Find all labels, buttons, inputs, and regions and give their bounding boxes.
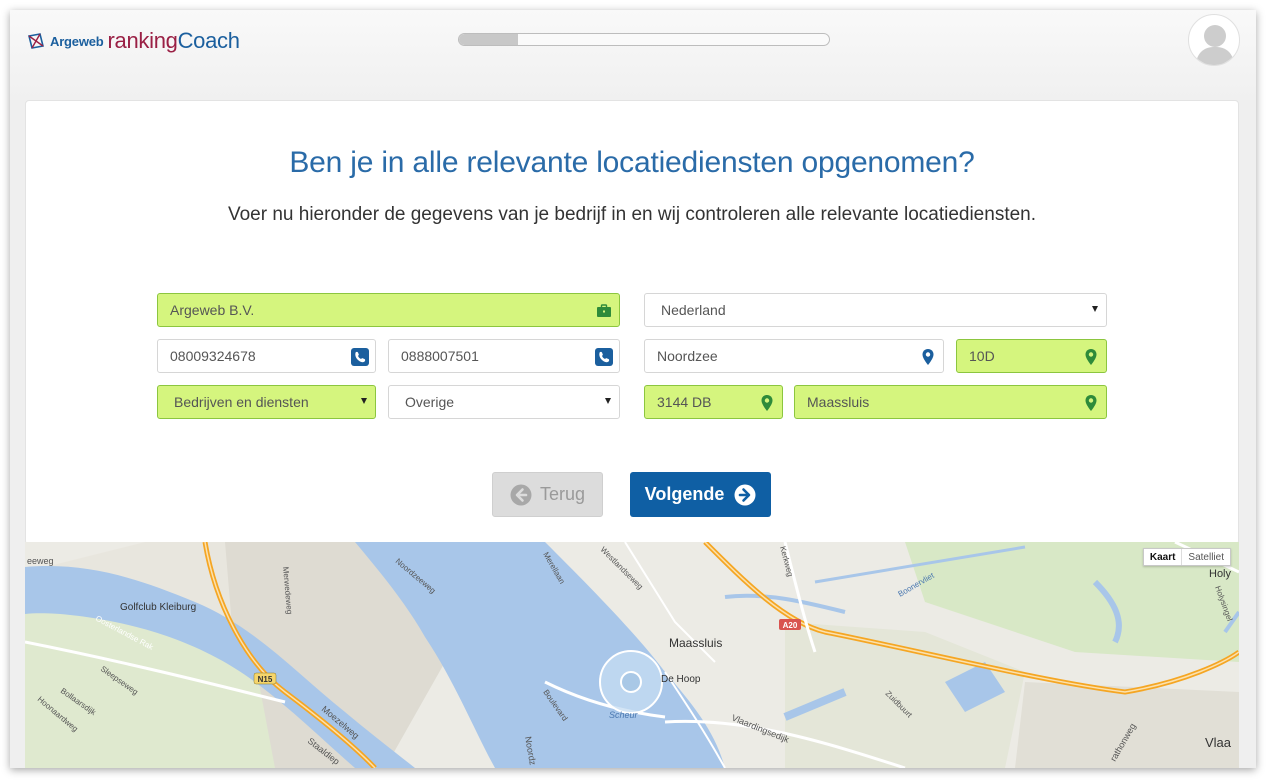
progress-fill <box>459 34 519 45</box>
chevron-down-icon <box>1092 306 1098 312</box>
house-number-input[interactable]: 10D <box>956 339 1107 373</box>
category-select[interactable]: Bedrijven en diensten <box>157 385 376 419</box>
phone-input[interactable]: 08009324678 <box>157 339 376 373</box>
label-maassluis: Maassluis <box>669 636 722 650</box>
app-window: Argeweb ranking Coach Ben je in alle rele… <box>10 10 1256 768</box>
user-avatar-icon <box>1195 25 1235 65</box>
street-input[interactable]: Noordzee <box>644 339 944 373</box>
back-button[interactable]: Terug <box>492 472 603 517</box>
label-meeweg: eeweg <box>27 556 54 566</box>
country-select[interactable]: Nederland <box>644 293 1107 327</box>
main-card: Ben je in alle relevante locatiediensten… <box>25 100 1239 545</box>
progress-bar <box>458 33 830 46</box>
country-value: Nederland <box>661 302 726 318</box>
company-name-value: Argeweb B.V. <box>170 302 255 318</box>
logo-product-coach: Coach <box>177 28 240 53</box>
logo-product-ranking: ranking <box>107 28 178 53</box>
city-value: Maassluis <box>807 394 870 410</box>
label-n15: N15 <box>258 675 273 684</box>
map-type-toggle: Kaart Satelliet <box>1142 548 1231 566</box>
postcode-input[interactable]: 3144 DB <box>644 385 783 419</box>
next-button-label: Volgende <box>644 484 725 504</box>
map-type-map-button[interactable]: Kaart <box>1144 549 1182 565</box>
subcategory-select[interactable]: Overige <box>388 385 620 419</box>
map-pin-icon <box>761 395 773 411</box>
subcategory-value: Overige <box>405 394 455 410</box>
logo[interactable]: Argeweb ranking Coach <box>26 28 240 54</box>
street-value: Noordzee <box>657 348 718 364</box>
phone-value: 08009324678 <box>170 348 256 364</box>
arrow-left-circle-icon <box>510 484 532 505</box>
phone-icon <box>595 348 613 366</box>
page-subtitle: Voer nu hieronder de gegevens van je bed… <box>227 204 1037 225</box>
phone2-value: 0888007501 <box>401 348 479 364</box>
chevron-down-icon <box>605 398 611 404</box>
arrow-right-circle-icon <box>734 484 756 505</box>
chevron-down-icon <box>361 398 367 404</box>
label-de-hoop: De Hoop <box>661 674 701 685</box>
map-type-satellite-button[interactable]: Satelliet <box>1181 549 1230 565</box>
map[interactable]: A20 N15 eeweg Merwedeweg Noordzeeweg Mer… <box>25 542 1239 768</box>
map-pin-icon <box>922 349 934 365</box>
label-vlaa: Vlaa <box>1205 735 1232 750</box>
label-a20: A20 <box>783 621 798 630</box>
header-bar: Argeweb ranking Coach <box>10 10 1256 100</box>
label-scheur: Scheur <box>609 710 639 720</box>
map-canvas: A20 N15 eeweg Merwedeweg Noordzeeweg Mer… <box>25 542 1239 768</box>
phone-icon <box>351 348 369 366</box>
label-golfclub: Golfclub Kleiburg <box>120 602 196 613</box>
map-pin-icon <box>1085 395 1097 411</box>
logo-mark-icon <box>28 33 44 49</box>
category-value: Bedrijven en diensten <box>174 394 309 410</box>
back-button-label: Terug <box>539 484 586 504</box>
map-pin-icon <box>1085 349 1097 365</box>
briefcase-icon <box>597 304 611 317</box>
label-holy: Holy <box>1209 568 1232 580</box>
city-input[interactable]: Maassluis <box>794 385 1107 419</box>
logo-brand: Argeweb <box>50 33 104 49</box>
page-title: Ben je in alle relevante locatiediensten… <box>289 146 975 179</box>
next-button[interactable]: Volgende <box>630 472 771 517</box>
phone2-input[interactable]: 0888007501 <box>388 339 620 373</box>
company-name-input[interactable]: Argeweb B.V. <box>157 293 620 327</box>
avatar[interactable] <box>1188 14 1240 66</box>
